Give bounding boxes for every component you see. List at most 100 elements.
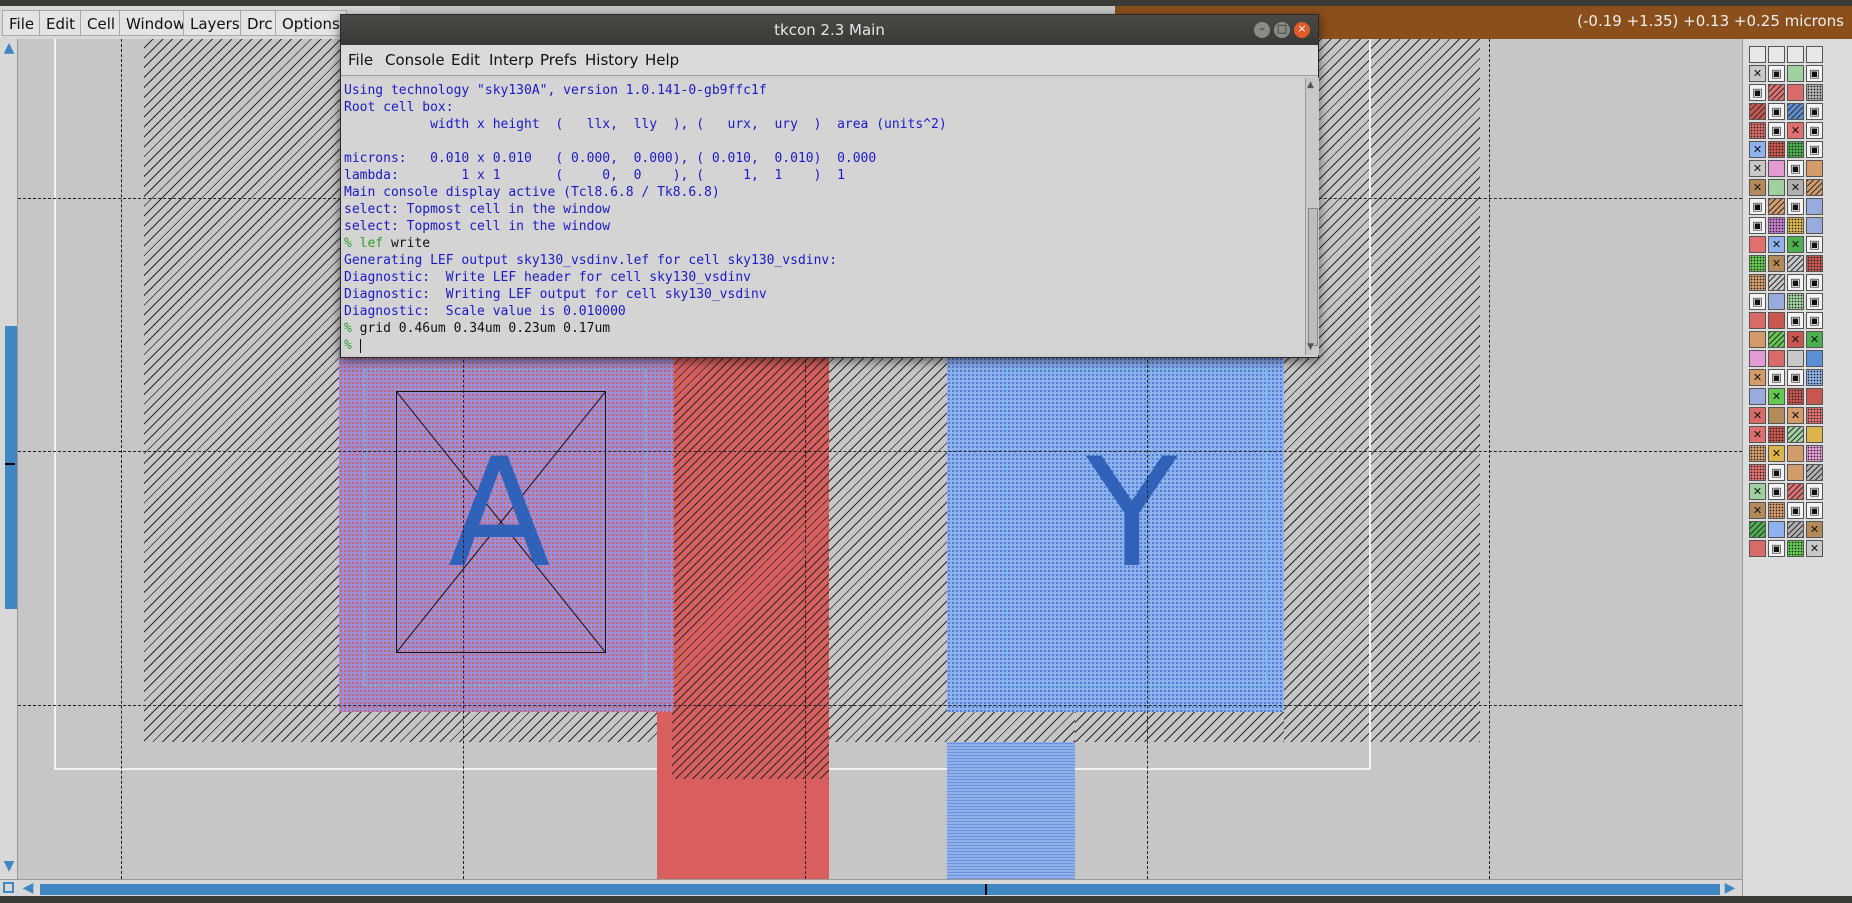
layer-swatch[interactable]: ✕ bbox=[1749, 141, 1766, 158]
scroll-down-arrow-icon[interactable]: ▼ bbox=[1307, 342, 1314, 352]
layer-swatch[interactable] bbox=[1806, 160, 1823, 177]
layer-swatch[interactable] bbox=[1749, 312, 1766, 329]
tkcon-menu-edit[interactable]: Edit bbox=[451, 51, 480, 69]
layer-swatch[interactable] bbox=[1768, 502, 1785, 519]
minimize-icon[interactable]: – bbox=[1254, 22, 1270, 38]
layer-swatch[interactable] bbox=[1749, 350, 1766, 367]
layer-swatch[interactable]: ✕ bbox=[1787, 236, 1804, 253]
console-input-line[interactable]: % bbox=[344, 337, 361, 354]
layer-swatch[interactable]: ✕ bbox=[1787, 331, 1804, 348]
layer-swatch[interactable] bbox=[1768, 293, 1785, 310]
layer-swatch[interactable] bbox=[1768, 521, 1785, 538]
layer-swatch[interactable] bbox=[1787, 464, 1804, 481]
layer-swatch[interactable] bbox=[1787, 426, 1804, 443]
scroll-left-arrow-icon[interactable]: ◀ bbox=[20, 880, 36, 897]
layer-swatch[interactable]: ▣ bbox=[1806, 103, 1823, 120]
tkcon-scroll-thumb[interactable] bbox=[1308, 208, 1318, 346]
tkcon-menu-interp[interactable]: Interp bbox=[489, 51, 534, 69]
layer-swatch[interactable] bbox=[1787, 255, 1804, 272]
layer-swatch[interactable]: ▣ bbox=[1806, 502, 1823, 519]
layer-swatch[interactable]: ✕ bbox=[1749, 179, 1766, 196]
layer-swatch[interactable]: ✕ bbox=[1787, 407, 1804, 424]
vertical-scrollbar[interactable] bbox=[0, 39, 18, 879]
menu-window[interactable]: Window bbox=[119, 10, 193, 36]
layer-swatch[interactable] bbox=[1787, 293, 1804, 310]
horizontal-scrollbar[interactable]: ◀ ▶ bbox=[0, 879, 1742, 897]
layer-swatch[interactable]: ✕ bbox=[1749, 426, 1766, 443]
layer-swatch[interactable] bbox=[1768, 160, 1785, 177]
tkcon-console[interactable]: Using technology "sky130A", version 1.0.… bbox=[341, 78, 1305, 355]
menu-options[interactable]: Options bbox=[275, 10, 347, 36]
menu-file[interactable]: File bbox=[2, 10, 42, 36]
layer-swatch[interactable]: ▣ bbox=[1749, 293, 1766, 310]
layer-swatch[interactable]: ▣ bbox=[1768, 483, 1785, 500]
layer-palette[interactable]: ✕ ▣ ▣ ▣ ▣ ▣ ▣ ✕ ▣ ✕ ▣ ✕ ▣ ✕ ✕ ▣ ▣ ▣ ✕ ✕ ▣ ✕ ▣ ▣ ▣ ▣ ▣ ▣ ✕ ✕ ✕ ▣ ▣ ✕ ✕ ✕ ✕ ✕ ▣ ✕… bbox=[1742, 39, 1852, 896]
tkcon-titlebar[interactable]: tkcon 2.3 Main – □ × bbox=[341, 15, 1318, 45]
layer-swatch[interactable]: ▣ bbox=[1806, 236, 1823, 253]
layer-swatch[interactable]: ✕ bbox=[1806, 331, 1823, 348]
layer-swatch[interactable] bbox=[1806, 179, 1823, 196]
tkcon-menu-file[interactable]: File bbox=[348, 51, 373, 69]
layer-swatch[interactable]: ▣ bbox=[1806, 274, 1823, 291]
vertical-scroll-thumb[interactable] bbox=[5, 326, 17, 609]
tkcon-menu-console[interactable]: Console bbox=[385, 51, 445, 69]
layer-swatch[interactable]: ▣ bbox=[1787, 312, 1804, 329]
layer-swatch[interactable]: ✕ bbox=[1768, 255, 1785, 272]
layer-swatch[interactable] bbox=[1787, 483, 1804, 500]
layer-swatch[interactable] bbox=[1806, 46, 1823, 63]
layer-swatch[interactable]: ▣ bbox=[1806, 293, 1823, 310]
layer-swatch[interactable] bbox=[1806, 407, 1823, 424]
scroll-up-arrow-icon[interactable]: ▲ bbox=[2, 40, 16, 56]
layer-swatch[interactable]: ▣ bbox=[1749, 84, 1766, 101]
layer-swatch[interactable] bbox=[1768, 179, 1785, 196]
layer-swatch[interactable] bbox=[1806, 217, 1823, 234]
layer-swatch[interactable] bbox=[1749, 103, 1766, 120]
layer-swatch[interactable] bbox=[1749, 521, 1766, 538]
layer-swatch[interactable]: ✕ bbox=[1768, 236, 1785, 253]
layer-swatch[interactable]: ✕ bbox=[1749, 160, 1766, 177]
layer-swatch[interactable]: ▣ bbox=[1806, 483, 1823, 500]
layer-swatch[interactable]: ▣ bbox=[1787, 160, 1804, 177]
scroll-down-arrow-icon[interactable]: ▼ bbox=[2, 858, 16, 874]
layer-swatch[interactable] bbox=[1806, 445, 1823, 462]
layer-swatch[interactable]: ✕ bbox=[1768, 388, 1785, 405]
layer-swatch[interactable]: ✕ bbox=[1806, 540, 1823, 557]
layer-swatch[interactable] bbox=[1749, 274, 1766, 291]
layer-swatch[interactable] bbox=[1768, 331, 1785, 348]
layer-swatch[interactable] bbox=[1787, 445, 1804, 462]
layer-swatch[interactable] bbox=[1749, 46, 1766, 63]
layer-swatch[interactable]: ▣ bbox=[1806, 122, 1823, 139]
tkcon-scrollbar[interactable]: ▲ ▼ bbox=[1305, 78, 1319, 355]
layer-swatch[interactable] bbox=[1768, 46, 1785, 63]
tkcon-window[interactable]: tkcon 2.3 Main – □ × File Console Edit I… bbox=[340, 14, 1319, 358]
layer-swatch[interactable] bbox=[1806, 369, 1823, 386]
layer-swatch[interactable]: ▣ bbox=[1768, 122, 1785, 139]
menu-edit[interactable]: Edit bbox=[39, 10, 83, 36]
layer-swatch[interactable] bbox=[1806, 198, 1823, 215]
tkcon-menu-help[interactable]: Help bbox=[645, 51, 679, 69]
layer-swatch[interactable] bbox=[1749, 236, 1766, 253]
maximize-icon[interactable]: □ bbox=[1274, 22, 1290, 38]
layer-swatch[interactable]: ✕ bbox=[1749, 502, 1766, 519]
layer-swatch[interactable] bbox=[1768, 350, 1785, 367]
layer-swatch[interactable]: ✕ bbox=[1768, 445, 1785, 462]
layer-swatch[interactable] bbox=[1768, 198, 1785, 215]
scroll-right-arrow-icon[interactable]: ▶ bbox=[1722, 880, 1738, 897]
layer-swatch[interactable]: ▣ bbox=[1768, 369, 1785, 386]
tkcon-menu-prefs[interactable]: Prefs bbox=[540, 51, 577, 69]
layer-swatch[interactable] bbox=[1768, 426, 1785, 443]
zoom-box-icon[interactable] bbox=[3, 882, 14, 893]
layer-swatch[interactable] bbox=[1806, 464, 1823, 481]
layer-swatch[interactable] bbox=[1787, 521, 1804, 538]
layer-swatch[interactable] bbox=[1749, 331, 1766, 348]
layer-swatch[interactable]: ▣ bbox=[1787, 369, 1804, 386]
layer-swatch[interactable] bbox=[1768, 84, 1785, 101]
layer-swatch[interactable]: ▣ bbox=[1787, 274, 1804, 291]
layer-swatch[interactable] bbox=[1787, 350, 1804, 367]
layer-swatch[interactable]: ✕ bbox=[1749, 407, 1766, 424]
close-icon[interactable]: × bbox=[1294, 22, 1310, 38]
layer-swatch[interactable] bbox=[1749, 122, 1766, 139]
layer-swatch[interactable] bbox=[1768, 217, 1785, 234]
layer-swatch[interactable] bbox=[1749, 388, 1766, 405]
scroll-up-arrow-icon[interactable]: ▲ bbox=[1307, 80, 1314, 90]
